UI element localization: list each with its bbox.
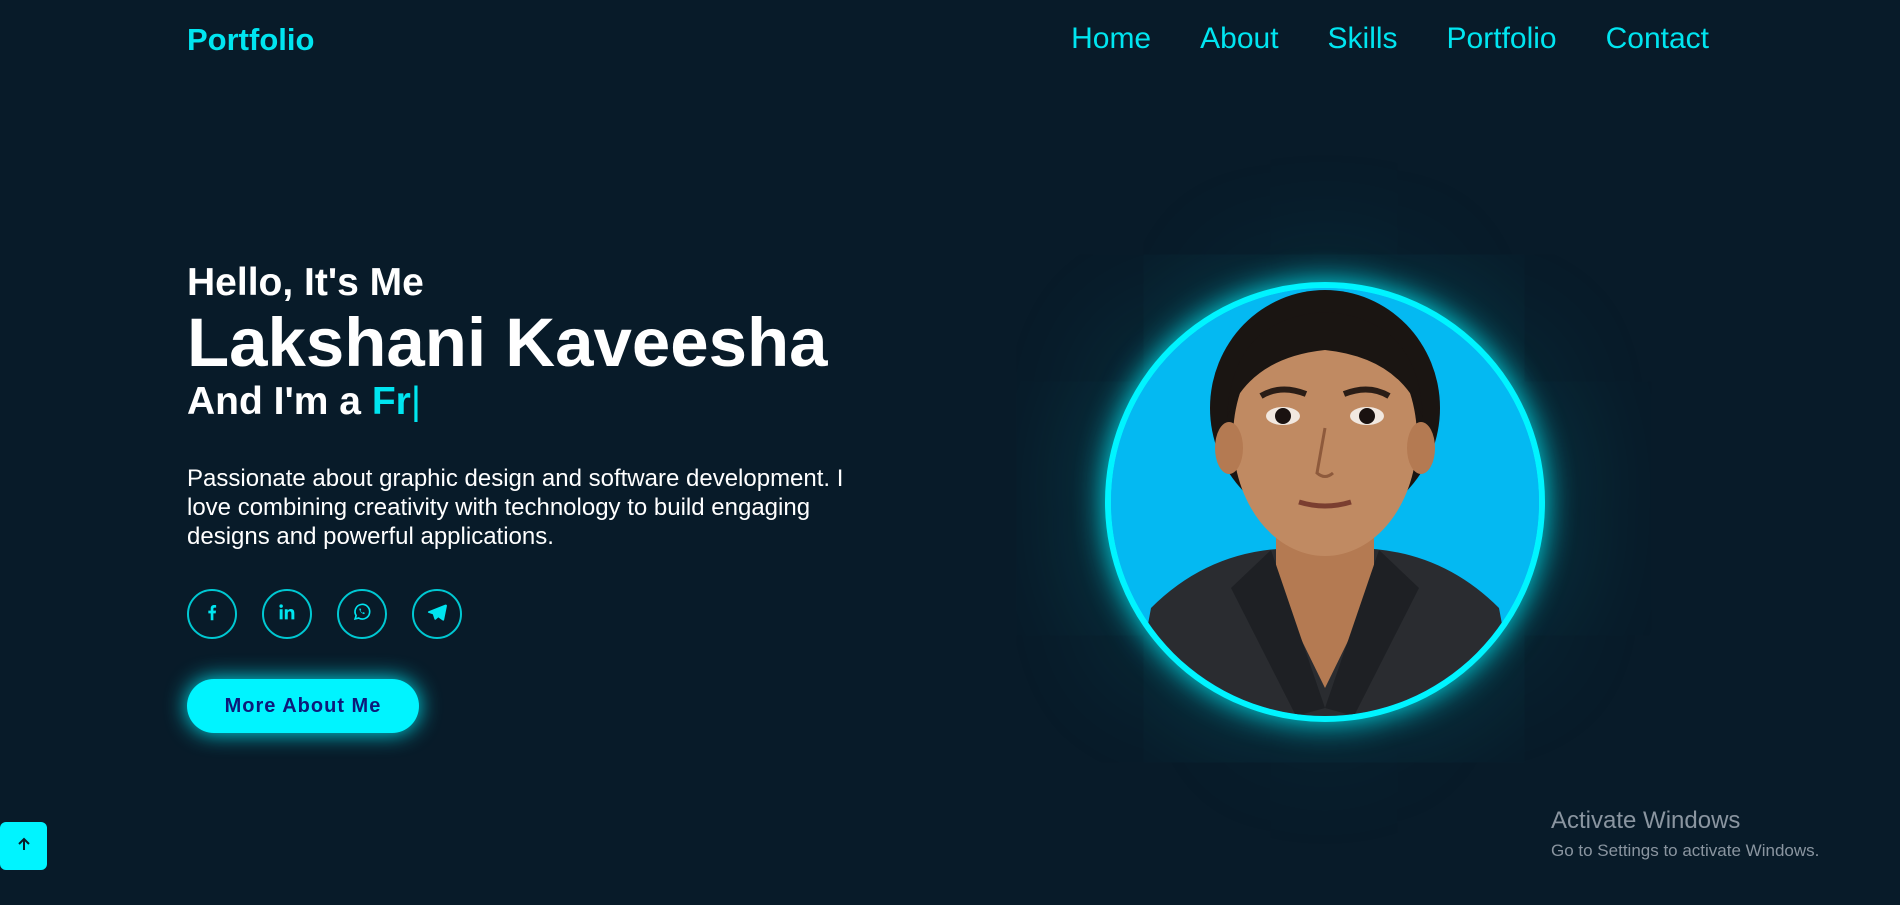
facebook-icon <box>201 601 223 628</box>
linkedin-icon <box>276 601 298 628</box>
hero-name: Lakshani Kaveesha <box>187 303 828 381</box>
nav-contact[interactable]: Contact <box>1606 22 1709 56</box>
profile-portrait-illustration <box>1111 288 1539 716</box>
nav-skills[interactable]: Skills <box>1328 22 1398 56</box>
greeting: Hello, It's Me <box>187 261 424 304</box>
profile-photo <box>1105 282 1545 722</box>
hero-section: Hello, It's Me Lakshani Kaveesha And I'm… <box>187 261 907 734</box>
hero-description: Passionate about graphic design and soft… <box>187 465 844 551</box>
facebook-button[interactable] <box>187 589 237 640</box>
nav-home[interactable]: Home <box>1071 22 1151 56</box>
social-links <box>187 589 907 640</box>
whatsapp-icon <box>351 601 373 628</box>
whatsapp-button[interactable] <box>337 589 387 640</box>
page: Portfolio Home About Skills Portfolio Co… <box>0 0 1900 905</box>
telegram-icon <box>426 601 448 628</box>
telegram-button[interactable] <box>412 589 462 640</box>
activate-windows-watermark: Activate Windows Go to Settings to activ… <box>1551 806 1819 862</box>
nav-about[interactable]: About <box>1200 22 1278 56</box>
scroll-top-button[interactable] <box>0 822 47 870</box>
role-prefix: And I'm a <box>187 380 361 424</box>
watermark-subtitle: Go to Settings to activate Windows. <box>1551 841 1820 860</box>
more-about-me-button[interactable]: More About Me <box>187 679 419 734</box>
watermark-title: Activate Windows <box>1551 807 1741 834</box>
main-nav: Home About Skills Portfolio Contact <box>1071 22 1709 56</box>
arrow-up-icon <box>16 836 32 857</box>
role-typed-text: Fr <box>371 380 411 424</box>
linkedin-button[interactable] <box>262 589 312 640</box>
nav-portfolio[interactable]: Portfolio <box>1447 22 1557 56</box>
typing-caret: | <box>410 380 421 424</box>
hero-role: And I'm a Fr| <box>187 380 907 424</box>
logo-link[interactable]: Portfolio <box>187 22 314 58</box>
